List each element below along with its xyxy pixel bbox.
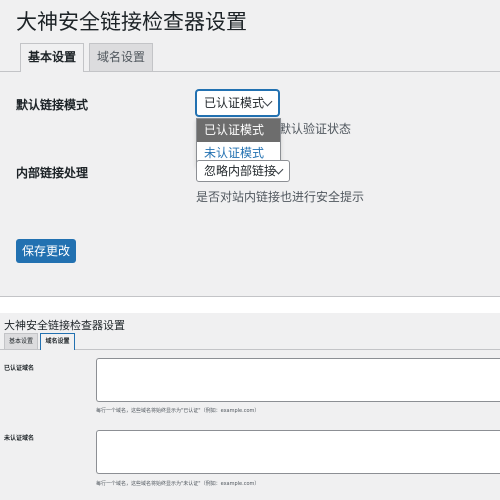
unverified-domains-textarea[interactable] <box>96 430 500 474</box>
verified-domains-label: 已认证域名 <box>4 365 35 372</box>
default-mode-help: 默认验证状态 <box>279 122 352 136</box>
verified-domains-help: 每行一个域名，这些域名将始终显示为"已认证"（例如：example.com） <box>96 408 260 414</box>
verified-domains-textarea[interactable] <box>96 358 500 402</box>
tab-basic-settings[interactable]: 基本设置 <box>20 43 84 72</box>
chevron-down-icon <box>262 96 273 107</box>
settings-tabs: 基本设置 域名设置 <box>0 43 500 72</box>
settings-tabs: 基本设置 域名设置 <box>0 333 500 350</box>
tab-domain-settings[interactable]: 域名设置 <box>89 43 153 71</box>
save-button[interactable]: 保存更改 <box>16 239 76 263</box>
option-verified-mode[interactable]: 已认证模式 <box>197 119 280 142</box>
internal-links-select[interactable]: 忽略内部链接 <box>196 160 290 182</box>
internal-links-value: 忽略内部链接 <box>204 164 277 178</box>
default-mode-dropdown: 已认证模式 未认证模式 <box>196 118 281 166</box>
internal-links-help: 是否对站内链接也进行安全提示 <box>196 190 365 204</box>
unverified-domains-help: 每行一个域名，这些域名将始终显示为"未认证"（例如：example.com） <box>96 481 260 487</box>
tab-domain-settings[interactable]: 域名设置 <box>40 333 75 350</box>
basic-settings-panel: 大神安全链接检查器设置 基本设置 域名设置 默认链接模式 已认证模式 默认验证状… <box>0 0 500 297</box>
default-mode-label: 默认链接模式 <box>16 98 89 112</box>
page-title: 大神安全链接检查器设置 <box>4 319 125 332</box>
default-mode-select[interactable]: 已认证模式 <box>196 90 279 116</box>
default-mode-value: 已认证模式 <box>204 96 265 110</box>
unverified-domains-label: 未认证域名 <box>4 435 35 442</box>
domain-settings-panel: 大神安全链接检查器设置 基本设置 域名设置 已认证域名 每行一个域名，这些域名将… <box>0 313 500 500</box>
page-title: 大神安全链接检查器设置 <box>16 10 247 34</box>
internal-links-label: 内部链接处理 <box>16 166 89 180</box>
tab-basic-settings[interactable]: 基本设置 <box>4 333 38 349</box>
